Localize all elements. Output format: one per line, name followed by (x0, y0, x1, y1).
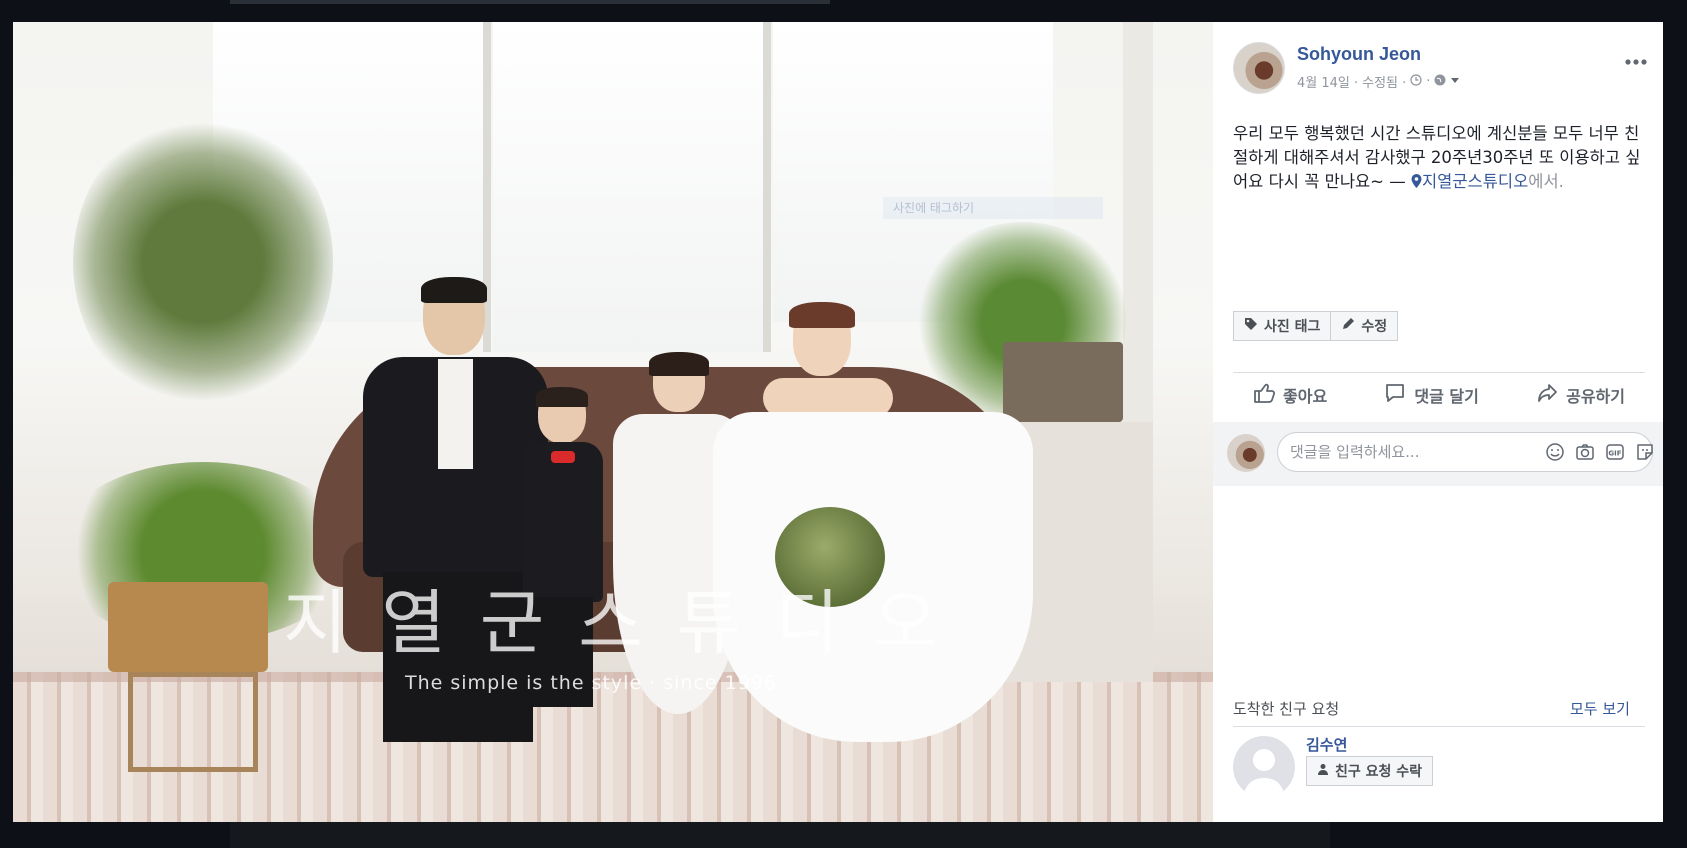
comment-tools: GIF (1545, 442, 1655, 462)
gif-icon[interactable]: GIF (1605, 442, 1625, 462)
like-button[interactable]: 좋아요 (1233, 382, 1347, 408)
pencil-icon (1341, 317, 1355, 335)
location-suffix: 에서. (1528, 172, 1564, 191)
like-label: 좋아요 (1283, 387, 1328, 406)
wooden-stand (128, 672, 258, 772)
photo-action-buttons: 사진 태그 수정 (1233, 311, 1399, 341)
audience-dropdown-icon[interactable] (1450, 74, 1460, 89)
studio-watermark: 지열군스튜디오 (283, 582, 972, 664)
share-button[interactable]: 공유하기 (1516, 382, 1645, 408)
tag-photo-label: 사진 태그 (1264, 319, 1321, 335)
edit-label: 수정 (1361, 319, 1388, 335)
share-icon (1536, 382, 1558, 408)
post-meta: 4월 14일 · 수정됨 · · (1297, 72, 1460, 91)
sticker-icon[interactable] (1635, 442, 1655, 462)
accept-label: 친구 요청 수락 (1335, 764, 1423, 780)
post-side-panel: Sohyoun Jeon 4월 14일 · 수정됨 · · 우리 모두 행복했던… (1213, 22, 1663, 822)
comment-icon (1384, 382, 1406, 408)
more-options-icon[interactable] (1625, 46, 1647, 71)
author-avatar[interactable] (1233, 42, 1285, 94)
camera-icon[interactable] (1575, 442, 1595, 462)
add-friend-icon (1317, 763, 1329, 779)
edit-button[interactable]: 수정 (1331, 311, 1399, 341)
see-all-link[interactable]: 모두 보기 (1570, 698, 1630, 719)
post-actions: 좋아요 댓글 달기 공유하기 (1233, 372, 1645, 418)
friend-requests-title: 도착한 친구 요청 (1233, 700, 1340, 718)
comment-composer: GIF (1213, 422, 1663, 486)
tag-photo-button[interactable]: 사진 태그 (1233, 311, 1332, 341)
accept-friend-request-button[interactable]: 친구 요청 수락 (1306, 756, 1434, 786)
post-date[interactable]: 4월 14일 (1297, 72, 1350, 91)
svg-text:GIF: GIF (1608, 450, 1621, 458)
viewer-avatar (1227, 434, 1265, 472)
window-blind (1123, 22, 1153, 422)
clock-icon (1410, 73, 1422, 90)
studio-tagline: The simple is the style · since 1996 (405, 672, 777, 694)
globe-icon[interactable] (1434, 74, 1446, 90)
location-name[interactable]: 지열군스튜디오 (1422, 172, 1528, 191)
author-name[interactable]: Sohyoun Jeon (1297, 44, 1421, 65)
requester-name[interactable]: 김수연 (1306, 734, 1347, 755)
backdrop-photo-strip (230, 822, 1330, 848)
divider (1233, 726, 1645, 727)
thumbs-up-icon (1253, 382, 1275, 408)
tag-photo-hint: 사진에 태그하기 (883, 197, 1103, 219)
separator-dot: · (1426, 74, 1431, 89)
requester-avatar[interactable] (1233, 736, 1295, 798)
post-caption: 우리 모두 행복했던 시간 스튜디오에 계신분들 모두 너무 친절하게 대해주셔… (1233, 122, 1645, 194)
location-link[interactable]: 지열군스튜디오 (1411, 172, 1528, 191)
basket-pot (108, 582, 268, 672)
backdrop-strip (230, 0, 830, 4)
emoji-icon[interactable] (1545, 442, 1565, 462)
post-photo[interactable]: 사진에 태그하기 지열군스튜디오 The simple is the style… (13, 22, 1213, 822)
photo-viewer-modal: 사진에 태그하기 지열군스튜디오 The simple is the style… (13, 22, 1663, 822)
plant (73, 112, 333, 412)
tag-icon (1244, 317, 1258, 335)
comment-button[interactable]: 댓글 달기 (1364, 382, 1498, 408)
comment-label: 댓글 달기 (1414, 387, 1479, 406)
share-label: 공유하기 (1566, 387, 1625, 406)
edited-label[interactable]: · 수정됨 · (1354, 72, 1406, 91)
